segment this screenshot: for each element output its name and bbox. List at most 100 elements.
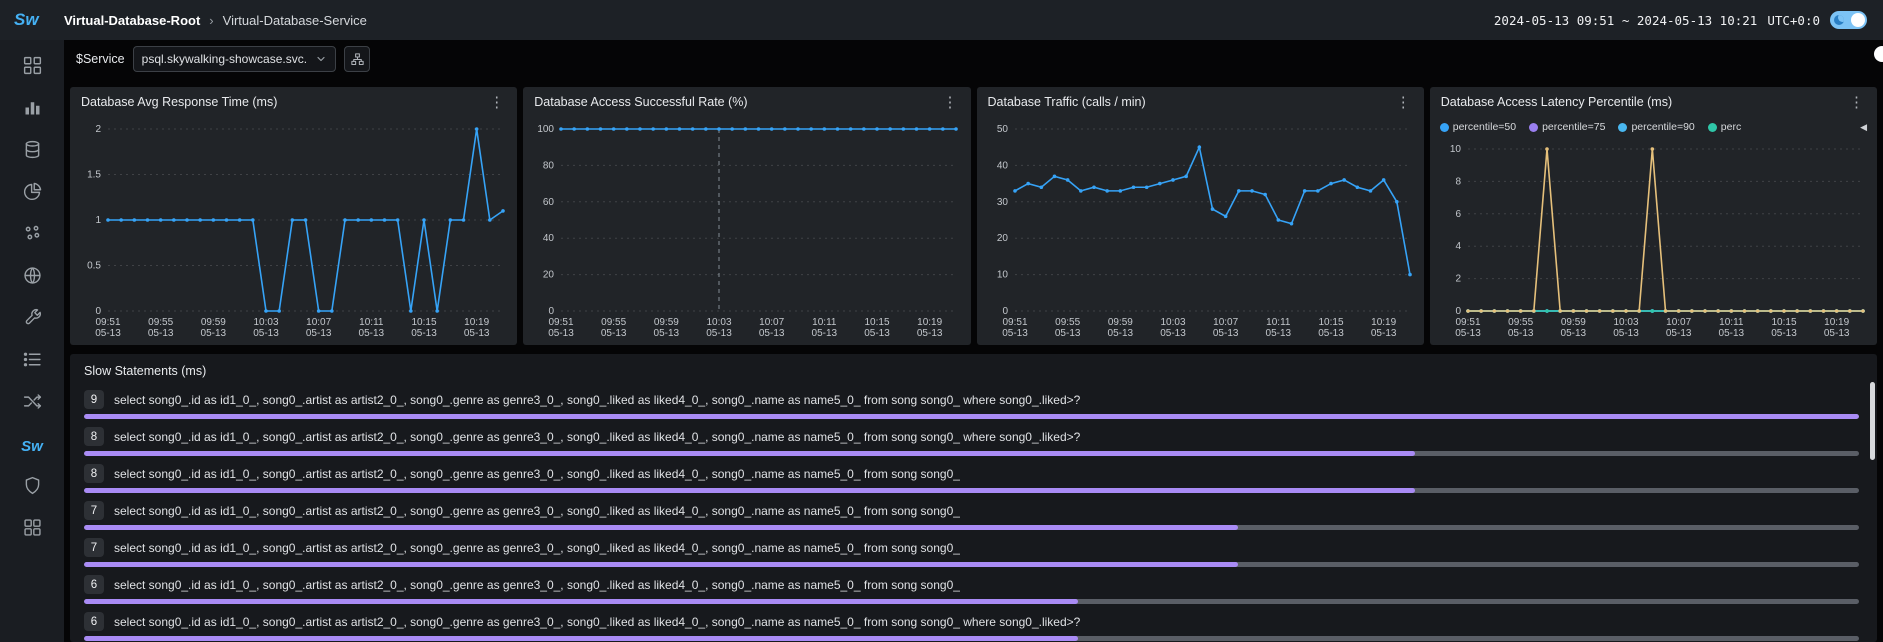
svg-text:05-13: 05-13 [1771,328,1797,339]
sidebar-item-charts[interactable] [9,90,55,130]
breadcrumb-service[interactable]: Virtual-Database-Service [223,13,367,28]
svg-text:10:11: 10:11 [1719,317,1744,328]
chart-plot-latency-percentile[interactable]: 024681009:5105-1309:5505-1309:5905-1310:… [1430,137,1877,345]
legend-item[interactable]: percentile=75 [1529,121,1605,133]
svg-text:05-13: 05-13 [864,328,890,339]
svg-text:05-13: 05-13 [148,328,174,339]
statement-row[interactable]: 8 select song0_.id as id1_0_, song0_.art… [84,427,1863,456]
statement-bar-fill [84,414,1859,419]
svg-text:10:03: 10:03 [1160,317,1185,328]
chart-canvas[interactable]: 024681009:5105-1309:5505-1309:5905-1310:… [1430,137,1877,345]
sidebar-item-database[interactable] [9,132,55,172]
chart-menu-button[interactable]: ⋮ [941,93,960,111]
toolbar: $Service psql.skywalking-showcase.svc. [70,40,1877,78]
chart-menu-button[interactable]: ⋮ [1847,93,1866,111]
scatter-icon [22,223,43,249]
svg-text:05-13: 05-13 [359,328,385,339]
service-select[interactable]: psql.skywalking-showcase.svc. [133,46,336,72]
svg-text:05-13: 05-13 [1212,328,1238,339]
legend-dot-icon [1529,123,1538,132]
topology-button[interactable] [344,46,370,72]
svg-text:05-13: 05-13 [95,328,121,339]
chart-plot-successful-rate[interactable]: 02040608010009:5105-1309:5505-1309:5905-… [523,117,970,345]
chart-canvas[interactable]: 00.511.5209:5105-1309:5505-1309:5905-131… [70,117,517,345]
statement-bar-fill [84,451,1415,456]
sidebar-item-tools[interactable] [9,300,55,340]
svg-text:40: 40 [543,233,555,244]
statement-row[interactable]: 6 select song0_.id as id1_0_, song0_.art… [84,575,1863,604]
scrollbar-thumb[interactable] [1870,382,1875,460]
chart-plot-traffic[interactable]: 0102030405009:5105-1309:5505-1309:5905-1… [977,117,1424,345]
statement-row[interactable]: 9 select song0_.id as id1_0_, song0_.art… [84,390,1863,419]
svg-text:10:07: 10:07 [759,317,784,328]
svg-text:05-13: 05-13 [1560,328,1586,339]
svg-text:05-13: 05-13 [1002,328,1028,339]
svg-text:10:19: 10:19 [464,317,489,328]
svg-text:10:11: 10:11 [359,317,384,328]
skywalking-logo-icon: Sw [21,438,43,455]
sidebar-item-shield[interactable] [9,468,55,508]
svg-text:05-13: 05-13 [253,328,279,339]
legend-dot-icon [1708,123,1717,132]
legend-dot-icon [1618,123,1627,132]
theme-toggle[interactable] [1830,11,1867,29]
statement-value-badge: 9 [84,390,104,409]
statement-bar-track [84,525,1859,530]
floating-action-button[interactable] [1874,46,1883,62]
sidebar-item-skywalking[interactable]: Sw [9,426,55,466]
svg-text:05-13: 05-13 [917,328,943,339]
utc-offset[interactable]: UTC+0:0 [1767,13,1820,28]
sidebar-item-globe[interactable] [9,258,55,298]
chart-canvas[interactable]: 0102030405009:5105-1309:5505-1309:5905-1… [977,117,1424,345]
chart-menu-button[interactable]: ⋮ [487,93,506,111]
skywalking-logo[interactable]: Sw [14,10,52,30]
svg-text:10:03: 10:03 [707,317,732,328]
legend-item[interactable]: perc [1708,121,1741,133]
breadcrumb-root[interactable]: Virtual-Database-Root [64,13,200,28]
svg-text:05-13: 05-13 [548,328,574,339]
database-icon [22,139,43,165]
sidebar-item-scatter[interactable] [9,216,55,256]
sidebar-item-topology[interactable] [9,384,55,424]
sidebar-item-list[interactable] [9,342,55,382]
svg-text:05-13: 05-13 [1265,328,1291,339]
statement-bar-fill [84,525,1238,530]
statement-bar-fill [84,562,1238,567]
svg-text:05-13: 05-13 [1455,328,1481,339]
svg-text:09:51: 09:51 [95,317,120,328]
sidebar-item-apps[interactable] [9,510,55,550]
statement-row[interactable]: 7 select song0_.id as id1_0_, song0_.art… [84,501,1863,530]
statement-sql-text: select song0_.id as id1_0_, song0_.artis… [114,541,960,555]
legend-prev-icon[interactable]: ◀ [1860,122,1867,133]
statement-sql-text: select song0_.id as id1_0_, song0_.artis… [114,615,1080,629]
svg-text:10:19: 10:19 [1371,317,1396,328]
sidebar-item-pie[interactable] [9,174,55,214]
statement-value-badge: 7 [84,501,104,520]
chart-plot-avg-response-time[interactable]: 00.511.5209:5105-1309:5505-1309:5905-131… [70,117,517,345]
svg-text:0: 0 [1455,306,1461,317]
svg-text:10:15: 10:15 [1318,317,1343,328]
statement-row[interactable]: 6 select song0_.id as id1_0_, song0_.art… [84,612,1863,641]
time-range-picker[interactable]: 2024-05-13 09:51 ~ 2024-05-13 10:21 [1494,13,1757,28]
chart-canvas[interactable]: 02040608010009:5105-1309:5505-1309:5905-… [523,117,970,345]
svg-text:05-13: 05-13 [601,328,627,339]
statement-value-badge: 8 [84,427,104,446]
chart-menu-button[interactable]: ⋮ [1394,93,1413,111]
service-select-value: psql.skywalking-showcase.svc. [142,52,307,66]
statement-value-badge: 8 [84,464,104,483]
chevron-down-icon [315,53,327,65]
statement-row[interactable]: 7 select song0_.id as id1_0_, song0_.art… [84,538,1863,567]
legend-item[interactable]: percentile=50 [1440,121,1516,133]
svg-text:09:55: 09:55 [148,317,173,328]
chart-card-latency-percentile: Database Access Latency Percentile (ms) … [1430,87,1877,345]
statement-bar-track [84,488,1859,493]
statement-row[interactable]: 8 select song0_.id as id1_0_, song0_.art… [84,464,1863,493]
svg-text:50: 50 [996,124,1008,135]
statement-sql-text: select song0_.id as id1_0_, song0_.artis… [114,504,960,518]
svg-text:05-13: 05-13 [812,328,838,339]
svg-text:05-13: 05-13 [201,328,227,339]
sidebar-item-dashboard[interactable] [9,48,55,88]
legend-item[interactable]: percentile=90 [1618,121,1694,133]
svg-text:1.5: 1.5 [87,170,101,181]
svg-text:05-13: 05-13 [1824,328,1850,339]
